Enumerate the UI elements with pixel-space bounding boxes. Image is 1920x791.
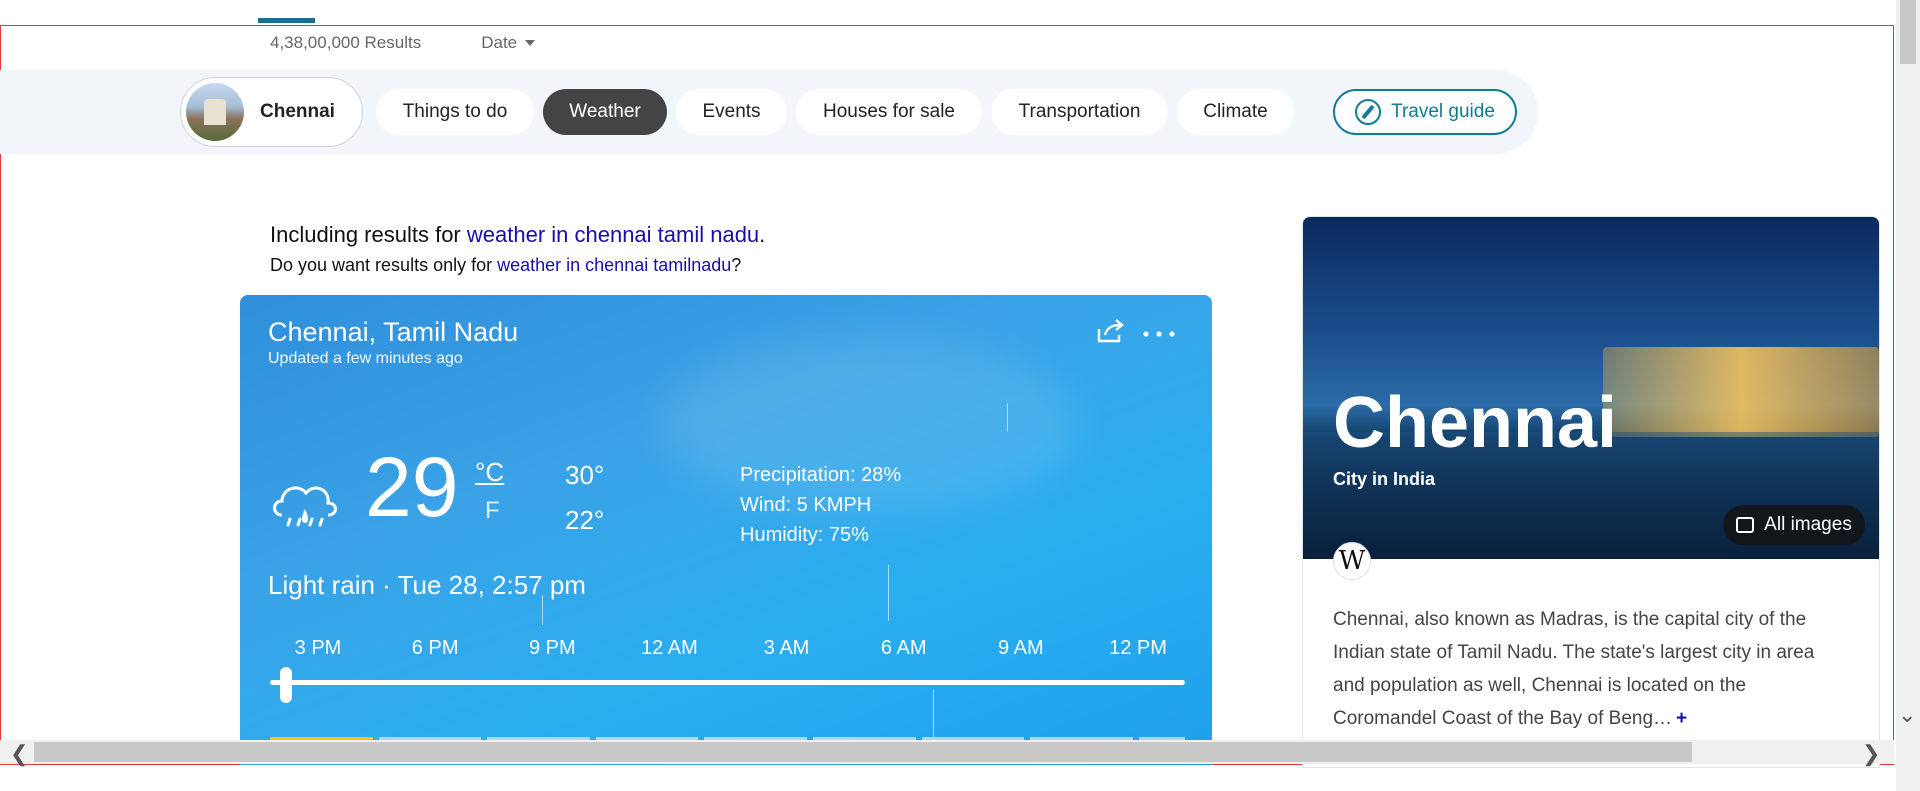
entity-card: Chennai City in India All images W Chenn… bbox=[1302, 216, 1880, 768]
entity-description: Chennai, also known as Madras, is the ca… bbox=[1333, 603, 1843, 735]
humidity: Humidity: 75% bbox=[740, 524, 869, 546]
scroll-down-icon[interactable]: ⌄ bbox=[1898, 702, 1916, 728]
date-filter-dropdown[interactable]: Date bbox=[481, 33, 536, 53]
city-thumbnail bbox=[186, 83, 244, 141]
wind: Wind: 5 KMPH bbox=[740, 494, 872, 516]
including-results-link[interactable]: weather in chennai tamil nadu bbox=[467, 222, 759, 247]
weather-condition: Light rain · Tue 28, 2:57 pm bbox=[268, 570, 586, 600]
hour-label[interactable]: 3 AM bbox=[737, 637, 837, 660]
hour-label[interactable]: 12 AM bbox=[619, 637, 719, 660]
decorative-line bbox=[888, 565, 889, 621]
chevron-down-icon bbox=[525, 40, 536, 46]
description-text: Chennai, also known as Madras, is the ca… bbox=[1333, 609, 1815, 729]
high-temperature: 30° bbox=[565, 460, 605, 490]
vertical-scroll-thumb[interactable] bbox=[1900, 0, 1916, 64]
hour-label[interactable]: 6 PM bbox=[385, 637, 485, 660]
low-temperature: 22° bbox=[565, 505, 605, 535]
hour-label[interactable]: 3 PM bbox=[268, 637, 368, 660]
spell-suggestion: Do you want results only for weather in … bbox=[270, 255, 741, 276]
spell-suggestion-link[interactable]: weather in chennai tamilnadu bbox=[497, 255, 731, 275]
more-icon[interactable] bbox=[1142, 329, 1176, 339]
all-images-button[interactable]: All images bbox=[1723, 505, 1865, 545]
cloud-rain-icon bbox=[273, 486, 337, 527]
images-icon bbox=[1736, 517, 1755, 533]
chip-weather[interactable]: Weather bbox=[543, 89, 667, 135]
horizontal-scroll-thumb[interactable] bbox=[34, 742, 1692, 762]
chip-city-chennai[interactable]: Chennai bbox=[180, 77, 363, 147]
results-count: 4,38,00,000 Results bbox=[270, 33, 422, 52]
entity-subtitle: City in India bbox=[1333, 469, 1436, 489]
doyou-suffix: ? bbox=[731, 255, 742, 275]
travel-guide-label: Travel guide bbox=[1391, 101, 1495, 122]
entity-title: Chennai bbox=[1333, 383, 1618, 463]
chip-houses-for-sale[interactable]: Houses for sale bbox=[796, 89, 982, 135]
hour-label[interactable]: 9 AM bbox=[971, 637, 1071, 660]
decorative-line bbox=[542, 595, 543, 625]
weather-details: Precipitation: 28% Wind: 5 KMPH Humidity… bbox=[740, 460, 901, 550]
chip-climate[interactable]: Climate bbox=[1177, 89, 1294, 135]
results-toolbar: 4,38,00,000 Results Date bbox=[270, 33, 536, 53]
chip-transportation[interactable]: Transportation bbox=[991, 89, 1168, 135]
hour-label[interactable]: 12 PM bbox=[1088, 637, 1188, 660]
chip-events[interactable]: Events bbox=[676, 89, 787, 135]
chip-city-label: Chennai bbox=[260, 101, 335, 122]
weather-updated: Updated a few minutes ago bbox=[268, 350, 463, 367]
precipitation: Precipitation: 28% bbox=[740, 464, 902, 486]
hourly-slider-track[interactable] bbox=[270, 680, 1185, 685]
weather-location: Chennai, Tamil Nadu bbox=[268, 317, 519, 347]
including-results-notice: Including results for weather in chennai… bbox=[270, 222, 765, 248]
hourly-slider-handle[interactable] bbox=[280, 667, 292, 703]
active-tab-indicator bbox=[258, 18, 315, 23]
including-suffix: . bbox=[759, 222, 766, 247]
hour-label[interactable]: 9 PM bbox=[502, 637, 602, 660]
scroll-left-icon[interactable]: ❮ bbox=[10, 741, 28, 767]
horizontal-scrollbar[interactable]: ❮ ❯ bbox=[0, 740, 1894, 767]
travel-guide-button[interactable]: Travel guide bbox=[1333, 89, 1517, 135]
weather-card: Chennai, Tamil Nadu Updated a few minute… bbox=[240, 295, 1212, 765]
compass-icon bbox=[1355, 99, 1382, 125]
all-images-label: All images bbox=[1764, 514, 1852, 535]
unit-celsius-toggle[interactable]: °C bbox=[475, 457, 504, 488]
scroll-right-icon[interactable]: ❯ bbox=[1862, 741, 1880, 767]
vertical-scrollbar[interactable]: ⌄ bbox=[1896, 0, 1920, 791]
decorative-line bbox=[1007, 403, 1008, 431]
doyou-prefix: Do you want results only for bbox=[270, 255, 498, 275]
expand-description-button[interactable]: + bbox=[1676, 708, 1687, 729]
hourly-timeline: 3 PM 6 PM 9 PM 12 AM 3 AM 6 AM 9 AM 12 P… bbox=[268, 637, 1188, 660]
wikipedia-icon[interactable]: W bbox=[1333, 542, 1371, 580]
chip-things-to-do[interactable]: Things to do bbox=[376, 89, 534, 135]
date-filter-label: Date bbox=[481, 33, 518, 52]
share-icon[interactable] bbox=[1095, 315, 1127, 347]
unit-fahrenheit-toggle[interactable]: F bbox=[485, 497, 500, 525]
hour-label[interactable]: 6 AM bbox=[854, 637, 954, 660]
including-prefix: Including results for bbox=[270, 222, 467, 247]
current-temperature: 29 bbox=[365, 440, 459, 534]
